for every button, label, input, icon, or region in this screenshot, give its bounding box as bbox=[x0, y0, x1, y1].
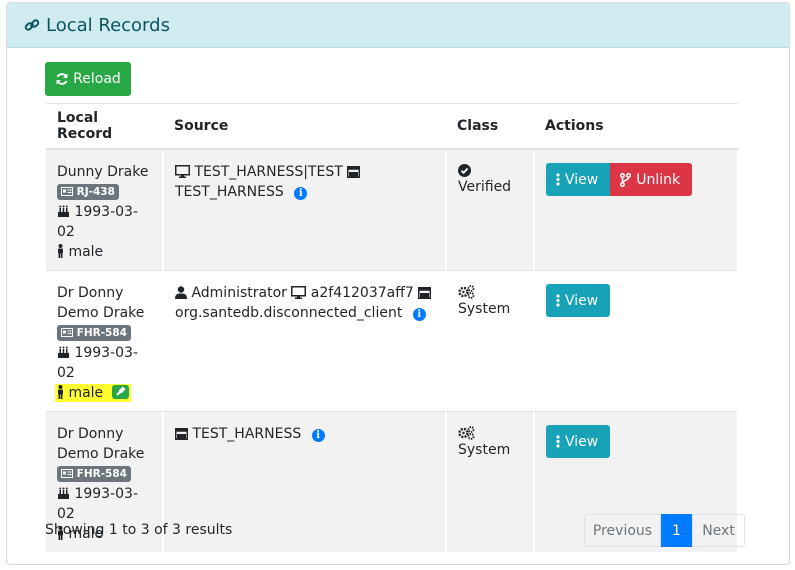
table-header-row: Local Record Source Class Actions bbox=[46, 103, 738, 150]
previous-page-button[interactable]: Previous bbox=[584, 514, 661, 547]
identifier-value: FHR-584 bbox=[76, 327, 127, 339]
birthday-cake-icon bbox=[58, 205, 69, 217]
col-actions: Actions bbox=[534, 103, 738, 150]
record-name: Dr Donny Demo Drake bbox=[57, 426, 145, 462]
class-cell: System bbox=[446, 411, 535, 552]
date-of-birth: 1993-03-02 bbox=[57, 486, 138, 522]
code-branch-icon bbox=[620, 172, 632, 187]
view-label: View bbox=[565, 171, 599, 188]
desktop-icon bbox=[175, 165, 190, 178]
reload-label: Reload bbox=[73, 71, 121, 87]
window-icon bbox=[418, 287, 432, 299]
date-of-birth: 1993-03-02 bbox=[57, 345, 138, 381]
class-cell: Verified bbox=[446, 148, 535, 271]
source-app: org.santedb.disconnected_client bbox=[175, 305, 403, 321]
local-record-cell: Dunny Drake RJ-438 1993-03-02 male bbox=[46, 148, 164, 271]
records-table: Local Record Source Class Actions Dunny … bbox=[46, 103, 739, 552]
id-card-icon bbox=[61, 328, 73, 337]
gender-highlight: male bbox=[55, 384, 131, 402]
results-summary: Showing 1 to 3 of 3 results bbox=[45, 522, 233, 538]
source-device: a2f412037aff7 bbox=[310, 285, 414, 301]
desktop-icon bbox=[291, 286, 307, 299]
user-icon bbox=[175, 286, 187, 299]
source-app: TEST_HARNESS bbox=[192, 426, 302, 442]
col-class[interactable]: Class bbox=[446, 103, 534, 150]
gavel-icon bbox=[111, 385, 129, 399]
record-name: Dr Donny Demo Drake bbox=[57, 285, 145, 321]
source-cell: TEST_HARNESS|TEST TEST_HARNESS i bbox=[163, 148, 447, 271]
info-icon[interactable]: i bbox=[311, 429, 325, 442]
actions-cell: View bbox=[534, 270, 739, 412]
identifier-value: RJ-438 bbox=[76, 186, 115, 198]
source-user: Administrator bbox=[191, 285, 287, 301]
identifier-value: FHR-584 bbox=[76, 468, 127, 480]
unlink-label: Unlink bbox=[636, 171, 681, 188]
refresh-icon bbox=[56, 73, 68, 85]
gender: male bbox=[68, 244, 104, 260]
ellipsis-vertical-icon bbox=[556, 435, 560, 448]
col-source[interactable]: Source bbox=[163, 103, 446, 150]
card-title: Local Records bbox=[46, 14, 170, 36]
unlink-button[interactable]: Unlink bbox=[610, 163, 693, 196]
source-device: TEST_HARNESS|TEST bbox=[194, 164, 343, 180]
actions-cell: View Unlink bbox=[534, 148, 739, 271]
view-label: View bbox=[565, 433, 599, 450]
info-icon[interactable]: i bbox=[412, 308, 426, 321]
local-record-cell: Dr Donny Demo Drake FHR-584 1993-03-02 m… bbox=[46, 270, 164, 412]
id-card-icon bbox=[61, 469, 73, 478]
ellipsis-vertical-icon bbox=[556, 294, 560, 307]
cogs-icon bbox=[458, 426, 475, 440]
view-button[interactable]: View bbox=[546, 163, 611, 196]
class-cell: System bbox=[446, 270, 535, 412]
male-icon bbox=[58, 385, 63, 399]
link-icon bbox=[24, 19, 40, 31]
record-name: Dunny Drake bbox=[57, 164, 149, 180]
reload-button[interactable]: Reload bbox=[45, 62, 131, 96]
view-label: View bbox=[565, 292, 599, 309]
table-row: Dunny Drake RJ-438 1993-03-02 male TEST_… bbox=[46, 148, 739, 271]
cogs-icon bbox=[458, 285, 475, 299]
identifier-badge: RJ-438 bbox=[57, 184, 119, 200]
window-icon bbox=[175, 428, 188, 440]
check-circle-icon bbox=[458, 164, 471, 177]
male-icon bbox=[58, 244, 63, 258]
id-card-icon bbox=[61, 187, 73, 196]
window-icon bbox=[347, 166, 361, 178]
view-button[interactable]: View bbox=[546, 425, 611, 458]
identifier-badge: FHR-584 bbox=[57, 466, 131, 482]
table-row: Dr Donny Demo Drake FHR-584 1993-03-02 m… bbox=[46, 270, 739, 412]
view-button[interactable]: View bbox=[546, 284, 611, 317]
info-icon[interactable]: i bbox=[294, 187, 308, 200]
source-cell: Administrator a2f412037aff7 org.santedb.… bbox=[163, 270, 447, 412]
class-label: Verified bbox=[458, 179, 512, 195]
date-of-birth: 1993-03-02 bbox=[57, 204, 138, 240]
page-1-button[interactable]: 1 bbox=[661, 514, 692, 547]
gender: male bbox=[68, 385, 104, 401]
next-page-button[interactable]: Next bbox=[692, 514, 745, 547]
card-header: Local Records bbox=[7, 3, 789, 48]
class-label: System bbox=[458, 442, 511, 458]
pagination: Previous 1 Next bbox=[584, 514, 745, 547]
source-app: TEST_HARNESS bbox=[175, 184, 284, 200]
ellipsis-vertical-icon bbox=[556, 173, 560, 186]
col-local-record[interactable]: Local Record bbox=[46, 103, 163, 150]
birthday-cake-icon bbox=[58, 346, 69, 358]
identifier-badge: FHR-584 bbox=[57, 325, 131, 341]
birthday-cake-icon bbox=[58, 487, 69, 499]
class-label: System bbox=[458, 301, 511, 317]
